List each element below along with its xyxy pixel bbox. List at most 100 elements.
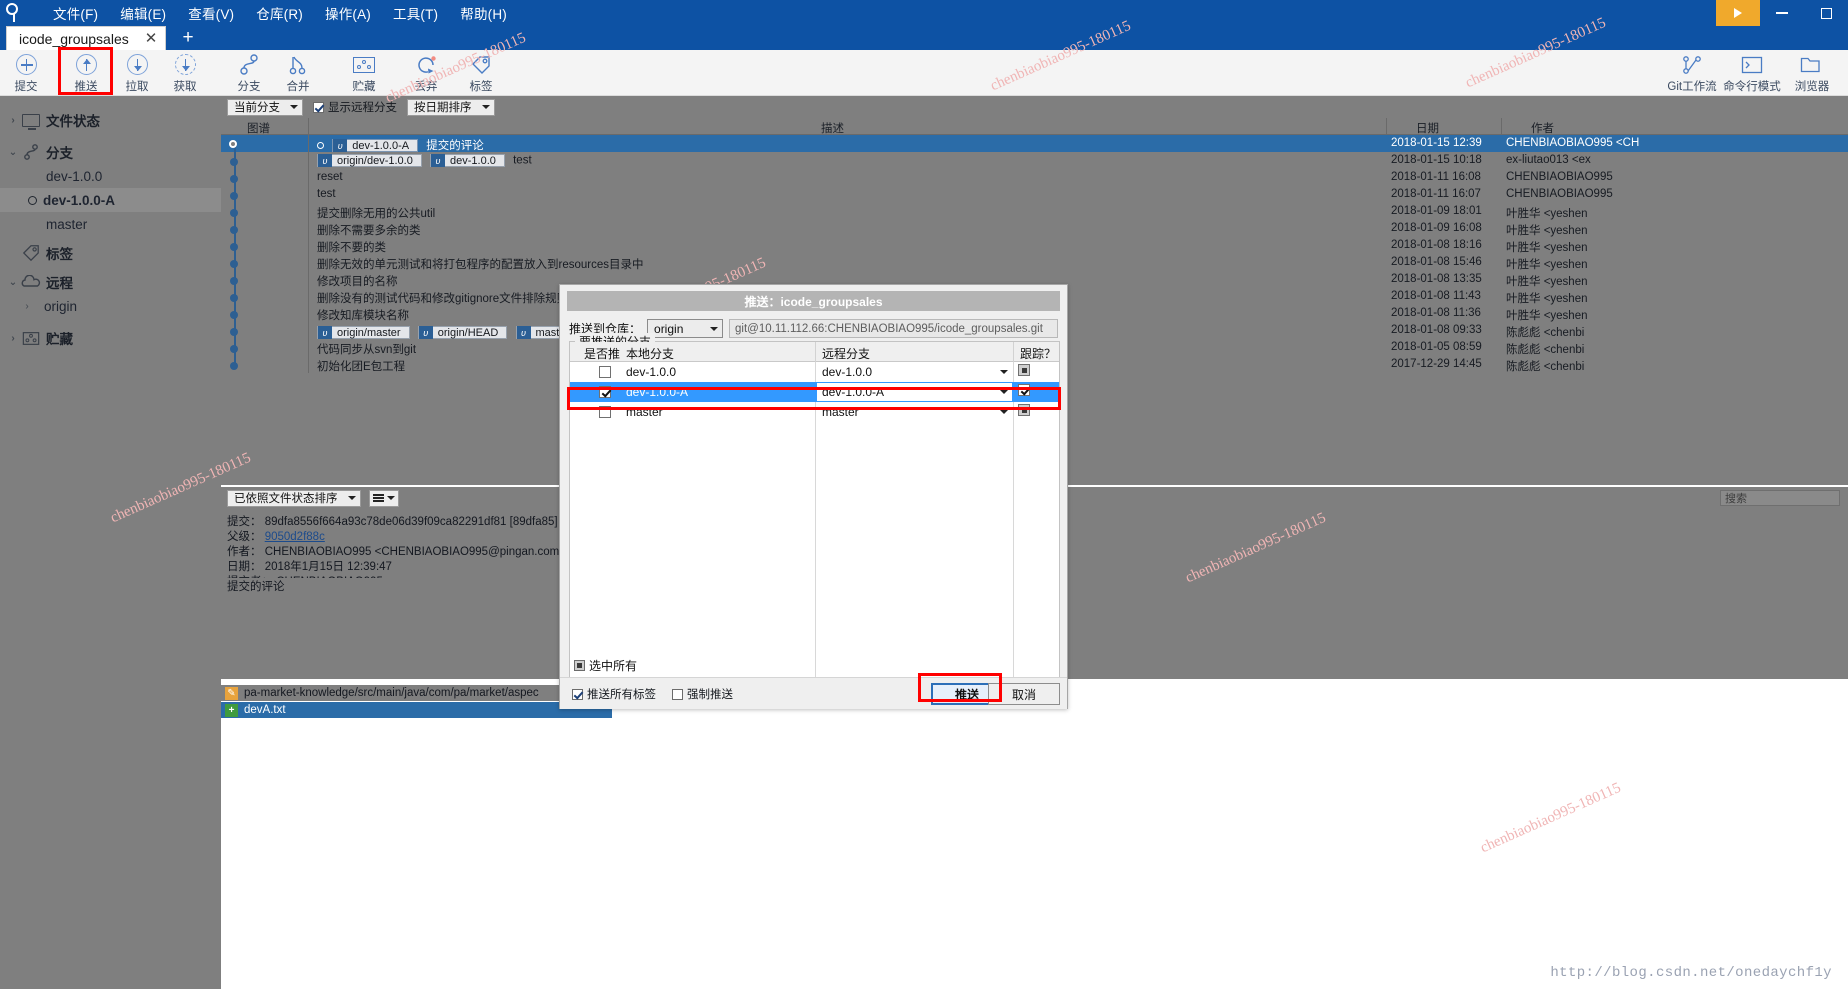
column-header-description[interactable]: 描述 [821, 120, 844, 136]
table-row[interactable]: dev-1.0.0-A dev-1.0.0-A [570, 382, 1059, 402]
remote-branch-dropdown[interactable]: dev-1.0.0-A [817, 383, 1012, 401]
commit-date-cell: 2018-01-08 18:16 [1391, 239, 1482, 251]
branch-filter-value: 当前分支 [234, 102, 280, 114]
push-repo-dropdown[interactable]: origin [647, 319, 724, 338]
detail-parent-value[interactable]: 9050d2f88c [265, 531, 325, 543]
column-header-author[interactable]: 作者 [1531, 120, 1554, 136]
table-row[interactable]: 删除不需要多余的类 2018-01-09 16:08 叶胜华 <yeshen [221, 220, 1848, 237]
commit-message-text: 删除不需要多余的类 [317, 225, 421, 237]
chevron-down-icon[interactable]: ⌄ [6, 147, 20, 158]
push-tags-checkbox[interactable]: 推送所有标签 [572, 686, 656, 702]
force-push-checkbox[interactable]: 强制推送 [672, 686, 733, 702]
stash-icon [20, 331, 42, 346]
flag-button[interactable] [1716, 0, 1760, 26]
push-url-field[interactable]: git@10.11.112.66:CHENBIAOBIAO995/icode_g… [729, 319, 1058, 338]
maximize-icon [1820, 7, 1832, 19]
chevron-right-icon[interactable]: › [6, 115, 20, 126]
push-table-body[interactable]: dev-1.0.0 dev-1.0.0 dev-1.0.0-A dev-1.0.… [570, 362, 1059, 700]
toolbar-branch-button[interactable]: 分支 [223, 52, 275, 94]
commit-message-text: 提交的评论 [426, 140, 484, 152]
push-dialog-title: 推送：icode_groupsales [567, 291, 1060, 311]
table-row[interactable]: dev-1.0.0 dev-1.0.0 [570, 362, 1059, 382]
remote-branch-dropdown[interactable]: master [817, 403, 1012, 421]
detail-date-label: 日期： [227, 561, 262, 573]
menu-help[interactable]: 帮助(H) [449, 0, 518, 26]
remote-branch-dropdown[interactable]: dev-1.0.0 [817, 363, 1012, 381]
sidebar-branch-master[interactable]: master [0, 212, 221, 236]
detail-parent-label: 父级： [227, 531, 262, 543]
column-header-track: 跟踪？ [1020, 347, 1057, 361]
toolbar-explorer-button[interactable]: 浏览器 [1782, 52, 1842, 94]
sidebar-branch-dev-1-0-0-A[interactable]: dev-1.0.0-A [0, 188, 221, 212]
commit-date-cell: 2018-01-09 16:08 [1391, 222, 1482, 234]
file-sort-dropdown[interactable]: 已依照文件状态排序 [227, 489, 361, 507]
list-item[interactable]: + devA.txt [221, 702, 612, 718]
toolbar-tag-button[interactable]: 标签 [455, 52, 507, 94]
chevron-right-icon[interactable]: › [20, 301, 34, 312]
sidebar-item-remotes[interactable]: ⌄ 远程 [0, 270, 221, 294]
table-row[interactable]: 删除无效的单元测试和将打包程序的配置放入到resources目录中 2018-0… [221, 254, 1848, 271]
table-row[interactable]: reset 2018-01-11 16:08 CHENBIAOBIAO995 [221, 169, 1848, 186]
stash-icon [353, 52, 375, 77]
list-item[interactable]: ✎ pa-market-knowledge/src/main/java/com/… [221, 685, 612, 701]
push-checkbox[interactable] [599, 366, 611, 378]
menu-bar: 文件(F) 编辑(E) 查看(V) 仓库(R) 操作(A) 工具(T) 帮助(H… [0, 0, 1848, 26]
log-column-header: 图谱 描述 日期 作者 [221, 118, 1848, 135]
show-remote-branches-checkbox[interactable]: 显示远程分支 [313, 99, 397, 115]
toolbar-gitflow-button[interactable]: Git工作流 [1662, 52, 1722, 94]
branch-filter-dropdown[interactable]: 当前分支 [227, 98, 303, 116]
menu-edit[interactable]: 编辑(E) [109, 0, 177, 26]
toolbar-commit-button[interactable]: 提交 [0, 52, 52, 94]
menu-file[interactable]: 文件(F) [42, 0, 109, 26]
cancel-button[interactable]: 取消 [988, 683, 1060, 705]
sidebar-remote-origin[interactable]: › origin [0, 294, 221, 318]
menu-tools[interactable]: 工具(T) [382, 0, 449, 26]
toolbar-fetch-button[interactable]: 获取 [159, 52, 211, 94]
select-all-checkbox[interactable]: 选中所有 [574, 657, 637, 674]
list-view-toggle[interactable] [368, 489, 399, 507]
branch-icon [239, 52, 259, 77]
menu-actions[interactable]: 操作(A) [314, 0, 382, 26]
push-checkbox[interactable] [599, 386, 611, 398]
table-row[interactable]: ʋ origin/dev-1.0.0 ʋ dev-1.0.0 test 2018-0… [221, 152, 1848, 169]
chevron-down-icon[interactable]: ⌄ [6, 277, 20, 288]
toolbar-pull-button[interactable]: 拉取 [111, 52, 163, 94]
sidebar-item-file-status[interactable]: › 文件状态 [0, 108, 221, 132]
sidebar-item-tags[interactable]: 标签 [0, 241, 221, 265]
new-tab-button[interactable]: + [178, 28, 198, 48]
tab-icode-groupsales[interactable]: icode_groupsales ✕ [6, 26, 167, 50]
table-row[interactable]: master master [570, 402, 1059, 422]
toolbar-discard-button[interactable]: 丢弃 [400, 52, 452, 94]
toolbar-push-button[interactable]: 推送 [60, 52, 112, 94]
menu-repository[interactable]: 仓库(R) [245, 0, 314, 26]
toolbar-stash-button[interactable]: 贮藏 [338, 52, 390, 94]
table-row[interactable]: test 2018-01-11 16:07 CHENBIAOBIAO995 [221, 186, 1848, 203]
push-repo-value: origin [654, 321, 684, 336]
sidebar-item-stashes[interactable]: › 贮藏 [0, 326, 221, 350]
push-checkbox[interactable] [599, 406, 611, 418]
table-row[interactable]: 提交删除无用的公共util 2018-01-09 18:01 叶胜华 <yesh… [221, 203, 1848, 220]
sidebar-branch-dev-1-0-0[interactable]: dev-1.0.0 [0, 164, 221, 188]
table-row[interactable]: ʋ dev-1.0.0-A 提交的评论 2018-01-15 12:39 CHEN… [221, 135, 1848, 153]
changed-files-list[interactable]: ✎ pa-market-knowledge/src/main/java/com/… [221, 685, 612, 718]
toolbar-terminal-button[interactable]: 命令行模式 [1722, 52, 1782, 94]
menu-view[interactable]: 查看(V) [177, 0, 245, 26]
sort-order-dropdown[interactable]: 按日期排序 [407, 98, 495, 116]
chevron-right-icon[interactable]: › [6, 333, 20, 344]
column-header-date[interactable]: 日期 [1416, 120, 1439, 136]
close-icon[interactable]: ✕ [145, 31, 158, 46]
sidebar-item-branches[interactable]: ⌄ 分支 [0, 140, 221, 164]
maximize-button[interactable] [1804, 0, 1848, 26]
column-header-graph[interactable]: 图谱 [247, 120, 270, 136]
commit-author-cell: 叶胜华 <yeshen [1506, 276, 1588, 288]
track-checkbox[interactable] [1018, 404, 1030, 416]
minimize-button[interactable] [1760, 0, 1804, 26]
track-checkbox[interactable] [1018, 384, 1030, 396]
graph-cell [221, 220, 308, 237]
stash-icon-svg [22, 331, 40, 345]
track-checkbox[interactable] [1018, 364, 1030, 376]
table-row[interactable]: 删除不要的类 2018-01-08 18:16 叶胜华 <yeshen [221, 237, 1848, 254]
toolbar-merge-button[interactable]: 合并 [272, 52, 324, 94]
monitor-icon [20, 113, 42, 130]
search-input[interactable]: 搜索 [1720, 490, 1840, 506]
